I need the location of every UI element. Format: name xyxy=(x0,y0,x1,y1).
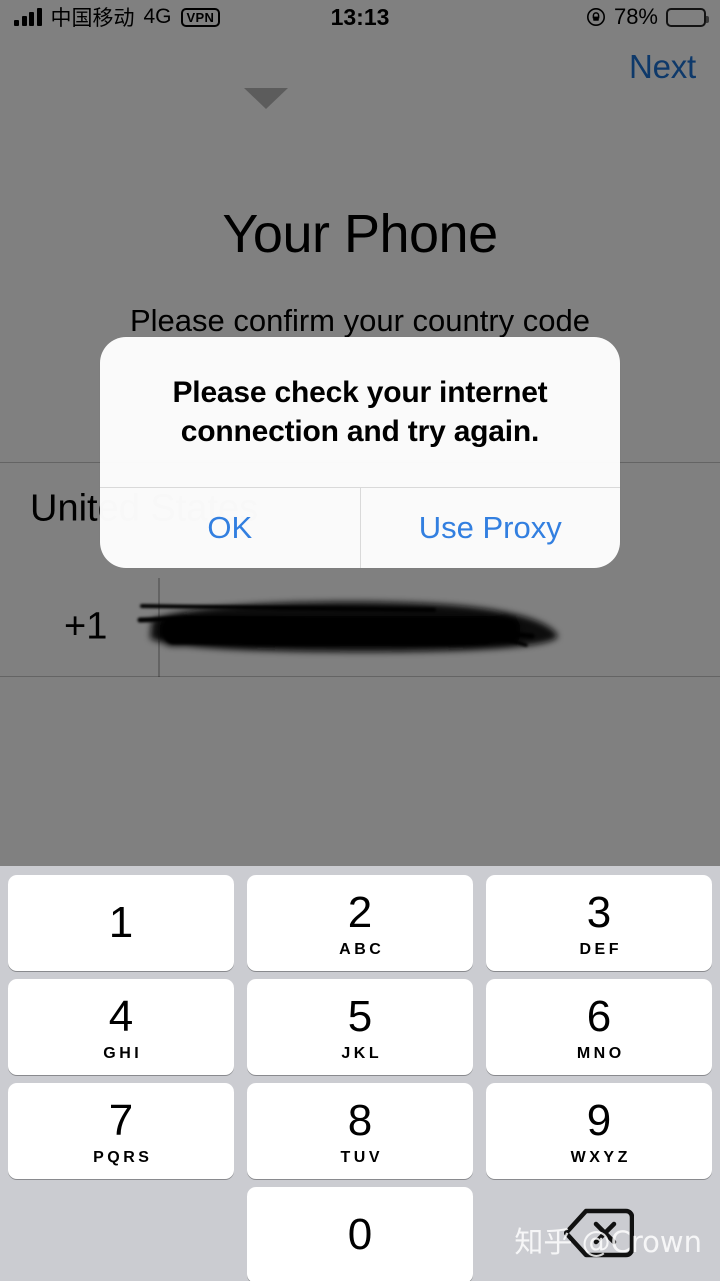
key-letters: DEF xyxy=(579,940,622,958)
key-letters: MNO xyxy=(576,1044,625,1062)
key-0[interactable]: 0 xyxy=(247,1187,473,1281)
delete-key[interactable] xyxy=(486,1187,712,1281)
key-2[interactable]: 2 ABC xyxy=(247,875,473,971)
keypad-spacer xyxy=(8,1187,234,1281)
key-letters: PQRS xyxy=(93,1148,153,1166)
key-letters: WXYZ xyxy=(570,1148,631,1166)
keypad-row: 0 xyxy=(8,1187,712,1281)
key-1[interactable]: 1 xyxy=(8,875,234,971)
key-7[interactable]: 7 PQRS xyxy=(8,1083,234,1179)
use-proxy-button[interactable]: Use Proxy xyxy=(361,488,621,568)
delete-backspace-icon xyxy=(563,1207,635,1264)
keypad-row: 4 GHI 5 JKL 6 MNO xyxy=(8,979,712,1075)
keypad-row: 7 PQRS 8 TUV 9 WXYZ xyxy=(8,1083,712,1179)
key-8[interactable]: 8 TUV xyxy=(247,1083,473,1179)
key-5[interactable]: 5 JKL xyxy=(247,979,473,1075)
key-letters: GHI xyxy=(103,1044,143,1062)
key-3[interactable]: 3 DEF xyxy=(486,875,712,971)
key-digit: 0 xyxy=(347,1210,373,1259)
key-digit: 8 xyxy=(347,1095,373,1145)
key-digit: 6 xyxy=(586,991,612,1041)
key-4[interactable]: 4 GHI xyxy=(8,979,234,1075)
key-6[interactable]: 6 MNO xyxy=(486,979,712,1075)
numeric-keypad: 1 2 ABC 3 DEF 4 GHI 5 JKL 6 MNO 7 PQRS 8… xyxy=(0,866,720,1281)
key-letters: JKL xyxy=(341,1044,383,1062)
key-letters: ABC xyxy=(339,940,385,958)
key-digit: 2 xyxy=(347,887,373,937)
key-digit: 4 xyxy=(108,991,134,1041)
iphone-screen: 中国移动 4G VPN 13:13 78% Next Your Phone Pl… xyxy=(0,0,720,1281)
alert-message: Please check your internet connection an… xyxy=(172,376,548,448)
key-digit: 7 xyxy=(108,1095,134,1145)
key-digit: 3 xyxy=(586,887,612,937)
alert-dialog: Please check your internet connection an… xyxy=(100,337,620,568)
key-9[interactable]: 9 WXYZ xyxy=(486,1083,712,1179)
key-digit: 5 xyxy=(347,991,373,1041)
key-digit: 9 xyxy=(586,1095,612,1145)
alert-button-row: OK Use Proxy xyxy=(100,487,620,568)
ok-button[interactable]: OK xyxy=(100,488,361,568)
keypad-row: 1 2 ABC 3 DEF xyxy=(8,875,712,971)
key-letters: TUV xyxy=(340,1148,383,1166)
key-digit: 1 xyxy=(108,898,134,947)
